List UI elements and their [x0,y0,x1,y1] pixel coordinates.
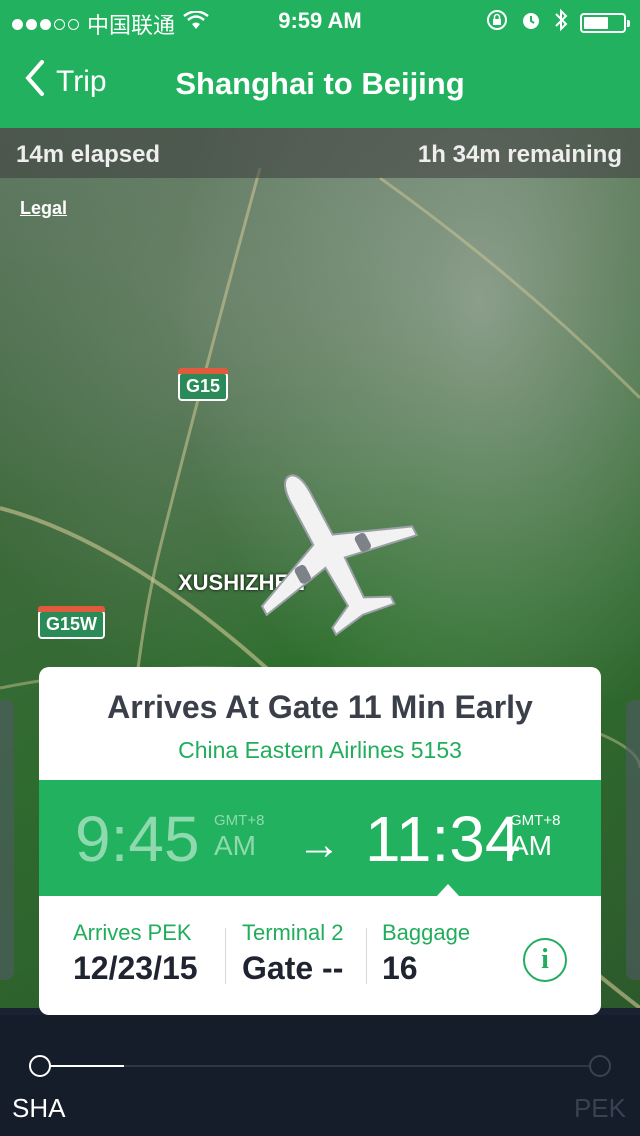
route-progress: SHA PEK [0,1015,640,1136]
status-bar: 中国联通 9:59 AM [0,0,640,40]
prev-card-edge[interactable] [0,700,14,980]
road-badge-g15w: G15W [38,606,106,639]
flight-time-bar: 14m elapsed 1h 34m remaining [0,128,640,178]
detail-columns: Arrives PEK 12/23/15 Terminal 2 Gate -- … [39,896,601,1015]
road-badge-g15: G15 [178,368,229,401]
detail-label: Baggage [382,920,471,945]
destination-node [589,1055,611,1077]
battery-icon [580,13,630,33]
detail-label: Arrives PEK [73,920,192,945]
divider [225,928,226,984]
detail-value: 16 [382,950,418,986]
card-header: Arrives At Gate 11 Min Early China Easte… [39,667,601,780]
detail-terminal: Terminal 2 Gate -- [242,920,343,987]
elapsed-label: 14m elapsed [16,141,161,168]
arrow-right-icon: → [297,820,341,869]
departure-time: 9:45 [75,803,200,875]
origin-code: SHA [12,1093,66,1123]
destination-code: PEK [573,1093,626,1123]
page-title: Shanghai to Beijing [175,66,465,101]
top-bar: 中国联通 9:59 AM Trip Shanghai to Beijing [0,0,640,128]
flight-number: China Eastern Airlines 5153 [178,737,462,763]
arrival-time: 11:34 [365,803,521,875]
detail-value: Gate -- [242,950,344,986]
arrival-ampm: AM [510,830,552,861]
arrival-tz: GMT+8 [510,812,561,829]
remaining-label: 1h 34m remaining [417,141,622,168]
departure-tz: GMT+8 [214,812,265,829]
next-card-edge[interactable] [626,700,640,980]
alarm-icon [520,9,542,37]
legal-link[interactable]: Legal [20,198,67,219]
detail-baggage: Baggage 16 [382,920,470,987]
info-icon[interactable]: i [523,938,567,982]
origin-node [29,1055,51,1077]
bluetooth-icon [554,8,568,38]
airplane-icon [235,458,425,648]
departure-ampm: AM [214,830,256,861]
rotation-lock-icon [486,9,508,37]
arrival-headline: Arrives At Gate 11 Min Early [107,689,533,725]
flight-status-card[interactable]: Arrives At Gate 11 Min Early China Easte… [39,667,601,1015]
detail-arrives: Arrives PEK 12/23/15 [73,920,198,987]
times-band: 9:45 GMT+8 AM → 11:34 GMT+8 AM [39,780,601,896]
progress-fill [40,1065,124,1067]
detail-label: Terminal 2 [242,920,344,945]
detail-value: 12/23/15 [73,950,198,986]
divider [366,928,367,984]
nav-bar: Trip Shanghai to Beijing [0,40,640,128]
progress-track [40,1065,600,1067]
